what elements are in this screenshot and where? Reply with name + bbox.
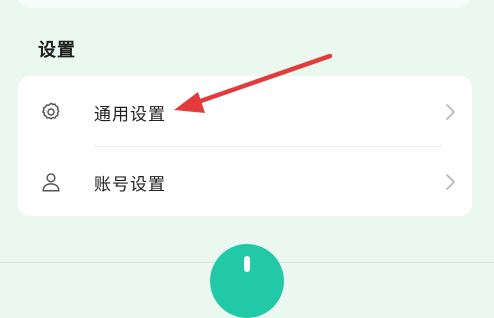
section-title: 设置 [38, 40, 76, 61]
settings-item-label: 通用设置 [94, 105, 166, 125]
settings-item-general[interactable]: 通用设置 [18, 76, 472, 146]
settings-item-account[interactable]: 账号设置 [18, 146, 472, 216]
gear-icon [40, 101, 62, 123]
add-button[interactable] [210, 244, 284, 318]
chevron-right-icon [444, 102, 456, 122]
user-icon [40, 171, 62, 193]
chevron-right-icon [444, 172, 456, 192]
settings-item-label: 账号设置 [94, 175, 166, 195]
previous-card [18, 0, 470, 8]
settings-card: 通用设置 账号设置 [18, 76, 472, 216]
